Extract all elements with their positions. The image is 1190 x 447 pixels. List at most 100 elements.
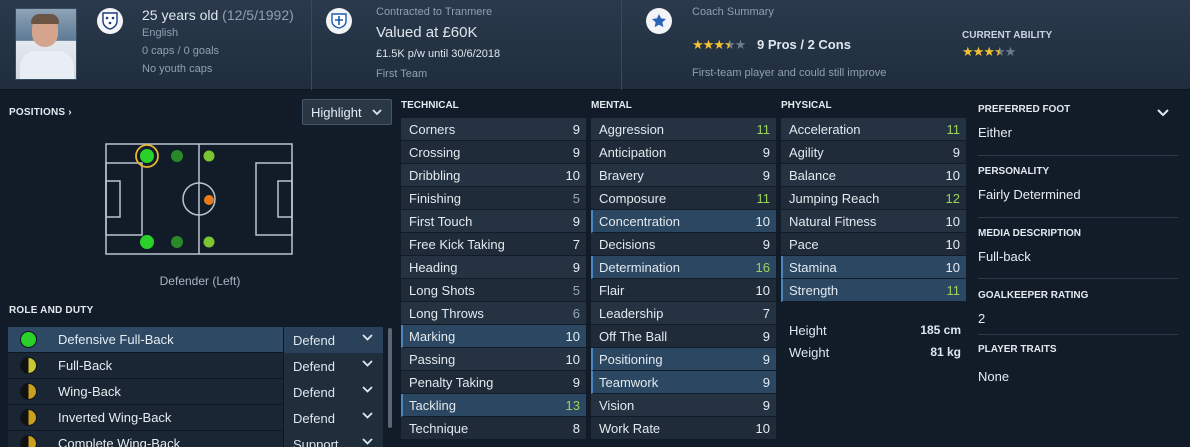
attribute-name: Work Rate xyxy=(599,420,661,436)
role-row[interactable]: Wing-Back Defend xyxy=(8,379,383,405)
pros-cons[interactable]: 9 Pros / 2 Cons xyxy=(757,37,851,52)
attribute-row[interactable]: Heading 9 xyxy=(401,256,586,279)
height-row: Height 185 cm xyxy=(781,319,969,341)
attribute-row[interactable]: Strength 11 xyxy=(781,279,966,302)
attribute-value: 9 xyxy=(572,213,580,229)
attribute-value: 11 xyxy=(756,121,771,137)
attribute-row[interactable]: Natural Fitness 10 xyxy=(781,210,966,233)
contract-club[interactable]: Contracted to Tranmere xyxy=(376,6,492,18)
attribute-row[interactable]: Acceleration 11 xyxy=(781,118,966,141)
duty-label: Defend xyxy=(293,332,335,348)
attribute-row[interactable]: Dribbling 10 xyxy=(401,164,586,187)
attribute-value: 10 xyxy=(945,213,960,229)
attribute-value: 10 xyxy=(565,351,580,367)
attribute-value: 10 xyxy=(565,167,580,183)
attribute-row[interactable]: First Touch 9 xyxy=(401,210,586,233)
personality-label: PERSONALITY xyxy=(978,166,1050,177)
position-marker-dl xyxy=(140,149,154,163)
media-label: MEDIA DESCRIPTION xyxy=(978,228,1081,239)
positions-link[interactable]: POSITIONS › xyxy=(9,107,72,118)
attribute-row[interactable]: Marking 10 xyxy=(401,325,586,348)
attribute-name: Marking xyxy=(409,328,456,344)
attribute-name: Composure xyxy=(599,190,667,206)
attribute-row[interactable]: Concentration 10 xyxy=(591,210,776,233)
attribute-row[interactable]: Decisions 9 xyxy=(591,233,776,256)
nationality[interactable]: English xyxy=(142,27,178,39)
attribute-name: Crossing xyxy=(409,144,461,160)
star-badge-icon xyxy=(646,8,672,34)
attribute-name: Determination xyxy=(599,259,680,275)
role-row[interactable]: Defensive Full-Back Defend xyxy=(8,327,383,353)
duty-dropdown[interactable]: Support xyxy=(283,431,383,447)
attribute-name: Off The Ball xyxy=(599,328,668,344)
duty-label: Defend xyxy=(293,384,335,400)
attribute-row[interactable]: Teamwork 9 xyxy=(591,371,776,394)
attribute-row[interactable]: Free Kick Taking 7 xyxy=(401,233,586,256)
duty-dropdown[interactable]: Defend xyxy=(283,353,383,379)
attribute-row[interactable]: Finishing 5 xyxy=(401,187,586,210)
attribute-row[interactable]: Vision 9 xyxy=(591,394,776,417)
role-duty-label: ROLE AND DUTY xyxy=(9,305,94,316)
duty-dropdown[interactable]: Defend xyxy=(283,405,383,431)
attribute-name: Vision xyxy=(599,397,635,413)
attribute-row[interactable]: Penalty Taking 9 xyxy=(401,371,586,394)
weight-row: Weight 81 kg xyxy=(781,341,969,363)
attribute-row[interactable]: Work Rate 10 xyxy=(591,417,776,440)
attribute-name: Pace xyxy=(789,236,819,252)
attribute-name: Long Shots xyxy=(409,282,475,298)
attribute-name: Heading xyxy=(409,259,458,275)
attribute-row[interactable]: Determination 16 xyxy=(591,256,776,279)
role-list-scrollbar[interactable] xyxy=(388,328,392,428)
duty-dropdown[interactable]: Defend xyxy=(283,327,383,353)
attribute-row[interactable]: Positioning 9 xyxy=(591,348,776,371)
traits-label: PLAYER TRAITS xyxy=(978,344,1057,355)
attribute-row[interactable]: Long Throws 6 xyxy=(401,302,586,325)
attribute-name: Leadership xyxy=(599,305,664,321)
header-divider xyxy=(621,0,622,90)
role-row[interactable]: Complete Wing-Back Support xyxy=(8,431,383,447)
attribute-row[interactable]: Passing 10 xyxy=(401,348,586,371)
attribute-name: Free Kick Taking xyxy=(409,236,505,252)
attribute-row[interactable]: Bravery 9 xyxy=(591,164,776,187)
attribute-row[interactable]: Crossing 9 xyxy=(401,141,586,164)
attribute-row[interactable]: Leadership 7 xyxy=(591,302,776,325)
divider xyxy=(978,155,1178,156)
role-name: Complete Wing-Back xyxy=(58,436,181,447)
attribute-row[interactable]: Aggression 11 xyxy=(591,118,776,141)
weight-value: 81 kg xyxy=(930,345,961,359)
attribute-name: Anticipation xyxy=(599,144,667,160)
attribute-row[interactable]: Tackling 13 xyxy=(401,394,586,417)
duty-dropdown[interactable]: Defend xyxy=(283,379,383,405)
role-row[interactable]: Full-Back Defend xyxy=(8,353,383,379)
attribute-row[interactable]: Pace 10 xyxy=(781,233,966,256)
attribute-row[interactable]: Flair 10 xyxy=(591,279,776,302)
attribute-row[interactable]: Corners 9 xyxy=(401,118,586,141)
position-marker-wbr xyxy=(171,236,183,248)
role-row[interactable]: Inverted Wing-Back Defend xyxy=(8,405,383,431)
role-name: Inverted Wing-Back xyxy=(58,410,172,425)
attribute-row[interactable]: Long Shots 5 xyxy=(401,279,586,302)
position-marker-wbl xyxy=(171,150,183,162)
attribute-row[interactable]: Composure 11 xyxy=(591,187,776,210)
highlight-dropdown[interactable]: Highlight xyxy=(302,99,392,125)
attribute-row[interactable]: Technique 8 xyxy=(401,417,586,440)
coach-summary-title[interactable]: Coach Summary xyxy=(692,6,774,18)
attribute-row[interactable]: Anticipation 9 xyxy=(591,141,776,164)
attribute-row[interactable]: Balance 10 xyxy=(781,164,966,187)
role-suitability-icon xyxy=(20,357,37,374)
personality: PERSONALITY Fairly Determined xyxy=(978,166,1180,202)
attribute-value: 9 xyxy=(762,374,770,390)
height-label: Height xyxy=(789,322,827,338)
attribute-value: 9 xyxy=(762,236,770,252)
attribute-row[interactable]: Jumping Reach 12 xyxy=(781,187,966,210)
attribute-value: 10 xyxy=(945,259,960,275)
attribute-value: 6 xyxy=(572,305,580,321)
attribute-value: 7 xyxy=(572,236,580,252)
attribute-name: Tackling xyxy=(409,397,456,413)
attribute-name: Dribbling xyxy=(409,167,461,183)
attribute-row[interactable]: Agility 9 xyxy=(781,141,966,164)
attribute-row[interactable]: Off The Ball 9 xyxy=(591,325,776,348)
preferred-foot: PREFERRED FOOT Either xyxy=(978,104,1180,140)
personality-value[interactable]: Fairly Determined xyxy=(978,187,1180,202)
attribute-row[interactable]: Stamina 10 xyxy=(781,256,966,279)
